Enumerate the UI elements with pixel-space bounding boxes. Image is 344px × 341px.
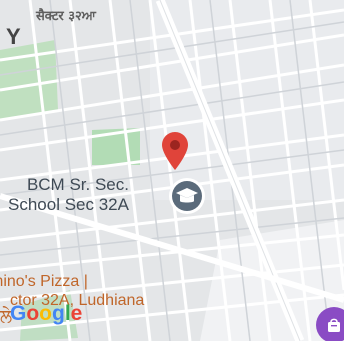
shopping-bag-icon bbox=[328, 318, 340, 332]
edge-letter-label: Y bbox=[6, 24, 21, 49]
location-pin-icon[interactable] bbox=[162, 132, 188, 170]
sector-label: सैक्टर ३२ਆ bbox=[36, 9, 96, 24]
google-letter-g2: g bbox=[52, 302, 65, 325]
google-logo: Google bbox=[10, 302, 82, 326]
pizza-name-line1: mino's Pizza | bbox=[0, 273, 88, 290]
school-poi-label[interactable]: BCM Sr. Sec. School Sec 32A bbox=[8, 175, 129, 215]
graduation-cap-icon[interactable] bbox=[167, 176, 207, 216]
school-name-line1: BCM Sr. Sec. bbox=[26, 175, 129, 194]
google-letter-o2: o bbox=[39, 302, 52, 325]
map-view[interactable]: सैक्टर ३२ਆ Y BCM Sr. Sec. School Sec 32A… bbox=[0, 0, 344, 341]
google-letter-g1: G bbox=[10, 302, 27, 325]
school-name-line2: School Sec 32A bbox=[8, 195, 129, 214]
google-letter-e: e bbox=[70, 302, 83, 325]
google-letter-o1: o bbox=[26, 302, 40, 325]
